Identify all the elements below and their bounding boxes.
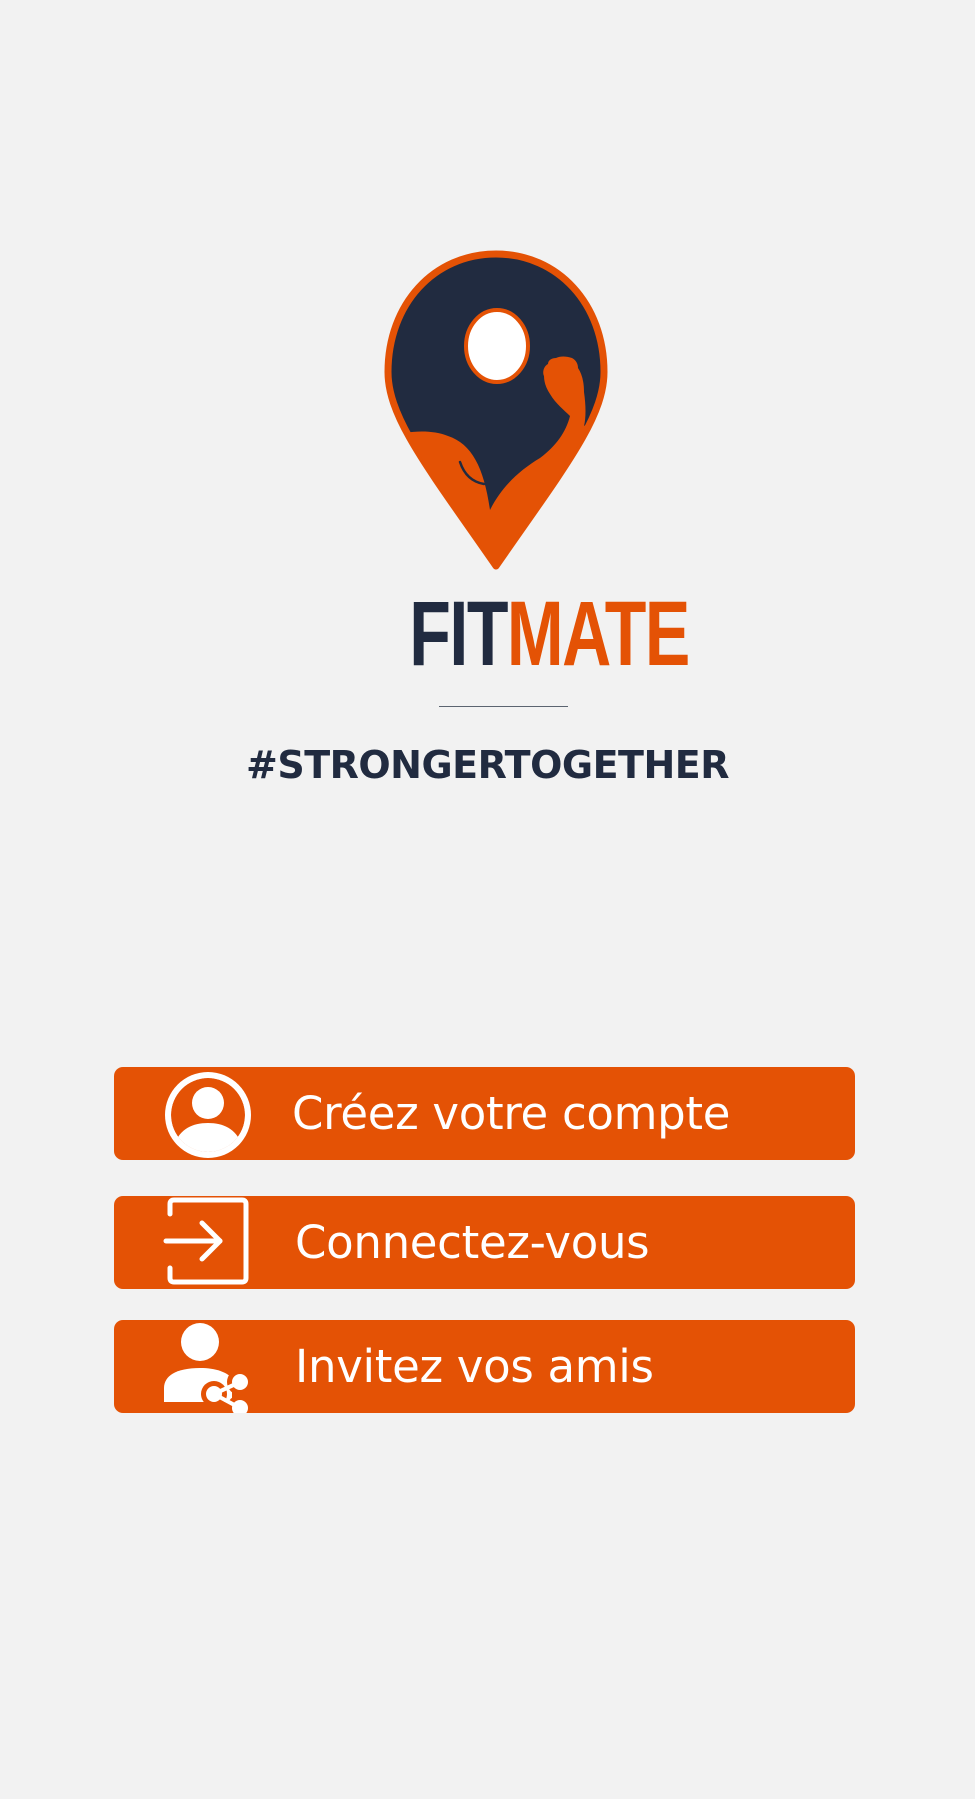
wordmark-mate: MATE bbox=[506, 583, 690, 685]
sign-in-icon bbox=[163, 1197, 249, 1285]
invite-friends-button[interactable]: Invitez vos amis bbox=[114, 1320, 855, 1413]
logo-divider bbox=[439, 706, 568, 707]
tagline: #STRONGERTOGETHER bbox=[245, 743, 730, 787]
wordmark-fit: FIT bbox=[409, 583, 508, 685]
create-account-button[interactable]: Créez votre compte bbox=[114, 1067, 855, 1160]
create-account-label: Créez votre compte bbox=[292, 1087, 731, 1140]
login-button[interactable]: Connectez-vous bbox=[114, 1196, 855, 1289]
fitmate-logo-pin-icon bbox=[384, 250, 608, 570]
login-label: Connectez-vous bbox=[295, 1216, 650, 1269]
invite-friends-label: Invitez vos amis bbox=[295, 1340, 654, 1393]
fitmate-wordmark: FITMATE bbox=[409, 588, 690, 680]
user-share-icon bbox=[164, 1323, 253, 1413]
user-account-icon bbox=[165, 1072, 251, 1158]
